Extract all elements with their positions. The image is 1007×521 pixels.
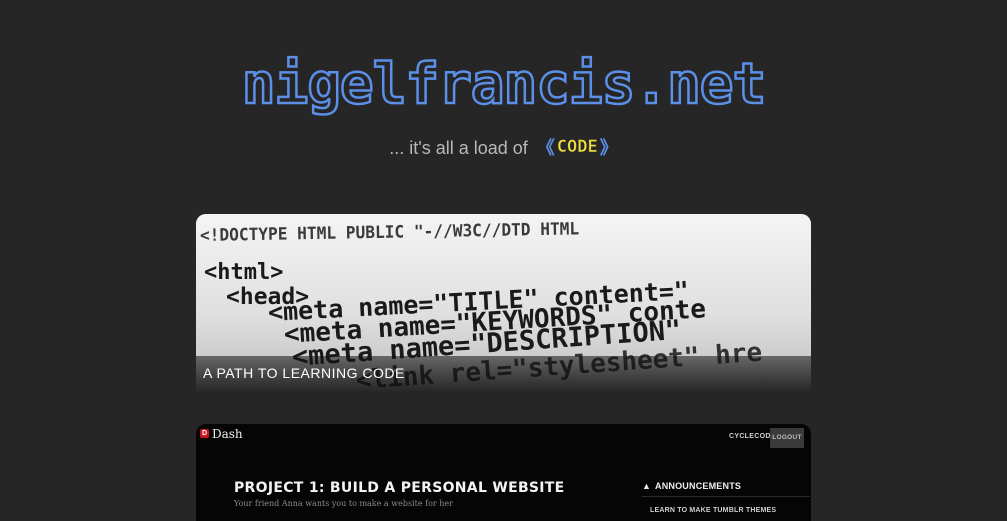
post-card-dash-screenshot[interactable]: D Dash CYCLECODE LOGOUT PROJECT 1: BUILD… bbox=[196, 424, 811, 521]
code-word: CODE bbox=[556, 137, 598, 158]
megaphone-icon: ▲ bbox=[642, 481, 651, 491]
post-title[interactable]: A PATH TO LEARNING CODE bbox=[203, 365, 405, 381]
tagline: ... it's all a load of 《 CODE 》 bbox=[0, 136, 1007, 162]
page: nigelfrancis.net ... it's all a load of … bbox=[0, 0, 1007, 521]
dash-app-name: Dash bbox=[212, 427, 243, 441]
chevron-right-icon: 》 bbox=[599, 138, 618, 159]
dash-username: CYCLECODE bbox=[729, 433, 776, 440]
dash-logo-icon: D bbox=[200, 429, 209, 438]
tagline-text: ... it's all a load of bbox=[389, 137, 528, 158]
dash-announcements-label: ANNOUNCEMENTS bbox=[655, 481, 742, 491]
dash-announcement-link: LEARN TO MAKE TUMBLR THEMES bbox=[650, 507, 777, 514]
dash-project-title: PROJECT 1: BUILD A PERSONAL WEBSITE bbox=[234, 480, 565, 496]
code-line: <html> bbox=[204, 260, 284, 285]
site-title[interactable]: nigelfrancis.net bbox=[0, 51, 1007, 119]
divider bbox=[642, 496, 810, 497]
code-logo: 《 CODE 》 bbox=[537, 134, 618, 160]
post-card-learning-code[interactable]: <!DOCTYPE HTML PUBLIC "-//W3C//DTD HTML … bbox=[196, 214, 811, 393]
dash-project-subtitle: Your friend Anna wants you to make a web… bbox=[234, 499, 453, 508]
chevron-left-icon: 《 bbox=[536, 138, 555, 159]
code-line: <!DOCTYPE HTML PUBLIC "-//W3C//DTD HTML bbox=[199, 219, 580, 246]
dash-logout-button: LOGOUT bbox=[770, 428, 804, 448]
